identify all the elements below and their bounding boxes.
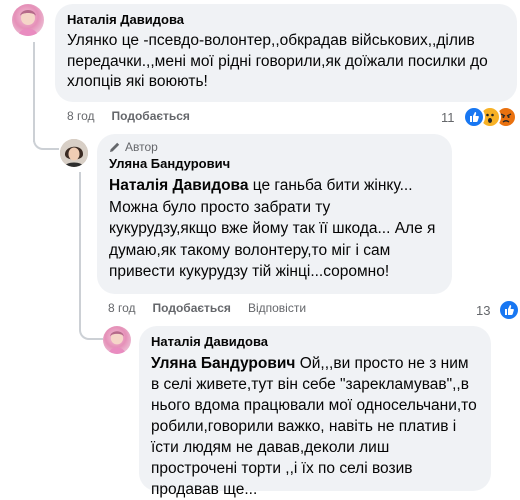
avatar[interactable] xyxy=(12,4,44,36)
thread-line-curve-1 xyxy=(33,140,59,150)
comment-actions: 8 год Подобається xyxy=(67,109,190,123)
pencil-icon xyxy=(110,142,120,152)
comment-author[interactable]: Уляна Бандурович xyxy=(109,156,440,171)
thread-line-curve-2 xyxy=(79,320,103,340)
comment-bubble: Наталія Давидова Улянко це -псевдо-волон… xyxy=(55,4,517,102)
comment-text: Наталія Давидова це ганьба бити жінку...… xyxy=(109,175,440,283)
comment-author[interactable]: Наталія Давидова xyxy=(151,334,479,349)
author-badge-label: Автор xyxy=(125,140,158,154)
thread-line-vertical-2 xyxy=(79,172,81,322)
reactions-summary[interactable]: 13 xyxy=(476,299,520,321)
comment-bubble: Автор Уляна Бандурович Наталія Давидова … xyxy=(97,134,452,294)
comment-text: Улянко це -псевдо-волонтер,,обкрадав вій… xyxy=(67,32,488,90)
comment-actions: 8 год Подобається Відповісти xyxy=(108,301,306,315)
reactions-count: 11 xyxy=(441,109,455,125)
reply-button[interactable]: Відповісти xyxy=(248,301,306,315)
comment-time[interactable]: 8 год xyxy=(67,109,95,123)
like-button[interactable]: Подобається xyxy=(112,109,190,123)
mention-link[interactable]: Уляна Бандурович xyxy=(151,355,295,372)
comment-time[interactable]: 8 год xyxy=(108,301,136,315)
comment-text-body: Ой,,,ви просто не з ним в селі живете,ту… xyxy=(151,355,477,498)
comment-author[interactable]: Наталія Давидова xyxy=(67,12,505,27)
like-reaction-icon xyxy=(462,106,485,128)
avatar[interactable] xyxy=(103,326,131,354)
like-reaction-icon xyxy=(498,299,520,321)
like-button[interactable]: Подобається xyxy=(153,301,231,315)
thread-line-vertical-1 xyxy=(33,42,35,142)
author-badge: Автор xyxy=(109,140,440,154)
comment-text: Уляна Бандурович Ой,,,ви просто не з ним… xyxy=(151,353,479,500)
comment-bubble: Наталія Давидова Уляна Бандурович Ой,,,в… xyxy=(139,326,491,498)
reactions-count: 13 xyxy=(476,302,491,318)
mention-link[interactable]: Наталія Давидова xyxy=(109,177,249,194)
avatar[interactable] xyxy=(60,139,88,167)
reactions-summary[interactable]: 11 xyxy=(441,106,517,128)
